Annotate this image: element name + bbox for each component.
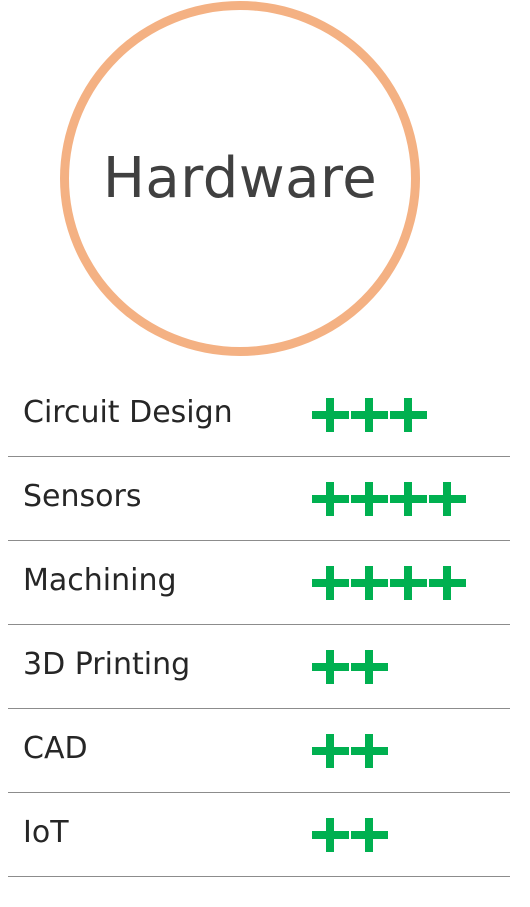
plus-icon: [351, 482, 388, 516]
skill-row: Machining: [8, 541, 510, 625]
skill-label: Machining: [23, 563, 177, 598]
skill-row: Sensors: [8, 457, 510, 541]
skill-label: Sensors: [23, 479, 142, 514]
skill-label: CAD: [23, 731, 88, 766]
skill-label: 3D Printing: [23, 647, 191, 682]
plus-icon: [312, 482, 349, 516]
plus-icon: [351, 566, 388, 600]
skill-list: Circuit Design Sensors Machining 3D Printin…: [8, 373, 510, 877]
skill-rating: [312, 734, 388, 768]
skill-rating: [312, 650, 388, 684]
skill-rating: [312, 482, 466, 516]
plus-icon: [390, 566, 427, 600]
skill-row: 3D Printing: [8, 625, 510, 709]
skill-label: IoT: [23, 815, 69, 850]
skill-row: CAD: [8, 709, 510, 793]
plus-icon: [351, 398, 388, 432]
plus-icon: [312, 734, 349, 768]
skill-rating: [312, 398, 427, 432]
plus-icon: [429, 566, 466, 600]
plus-icon: [390, 398, 427, 432]
page-title: Hardware: [102, 146, 378, 211]
plus-icon: [351, 650, 388, 684]
plus-icon: [429, 482, 466, 516]
plus-icon: [312, 650, 349, 684]
title-circle: Hardware: [60, 1, 420, 356]
plus-icon: [312, 398, 349, 432]
plus-icon: [312, 566, 349, 600]
skill-rating: [312, 818, 388, 852]
plus-icon: [390, 482, 427, 516]
plus-icon: [351, 818, 388, 852]
skill-rating: [312, 566, 466, 600]
plus-icon: [351, 734, 388, 768]
skill-row: Circuit Design: [8, 373, 510, 457]
plus-icon: [312, 818, 349, 852]
skill-label: Circuit Design: [23, 395, 233, 430]
skill-row: IoT: [8, 793, 510, 877]
